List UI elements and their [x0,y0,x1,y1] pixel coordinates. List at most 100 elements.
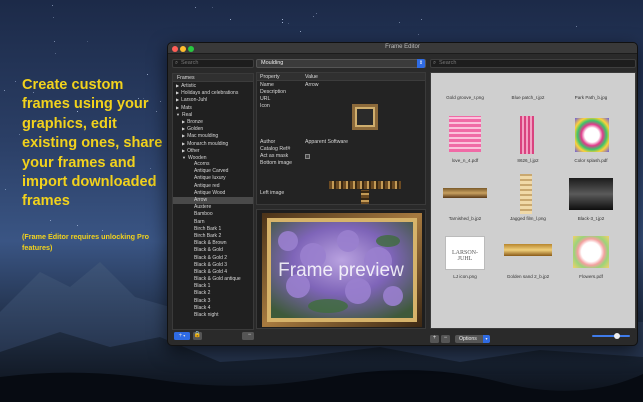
tree-row[interactable]: Black & Gold 2 [173,255,253,262]
left-image[interactable] [361,190,369,204]
disclosure-closed-icon[interactable]: ▶ [182,119,185,124]
tree-row[interactable]: ▼ Wooden [173,154,253,161]
frames-toolbar: + ▾ 🔒 − [174,332,256,342]
tree-row-label: Antique luxury [194,175,226,182]
tree-row[interactable]: ▶ Mats [173,104,253,111]
tree-row-label: Black & Brown [194,240,227,247]
star [55,52,57,54]
images-search-input[interactable]: ⌕ Search [430,59,636,68]
frames-header: Frames [173,74,253,82]
tree-row[interactable]: Acorns [173,161,253,168]
tree-row[interactable]: Black & Brown [173,240,253,247]
tree-row[interactable]: Antique Carved [173,168,253,175]
image-thumbnail[interactable] [573,236,609,268]
tree-row[interactable]: Barn [173,219,253,226]
tree-row[interactable]: ▶ Mac moulding [173,132,253,139]
tree-row[interactable]: Black 2 [173,290,253,297]
image-thumbnail-label: 8626_l.jp2 [517,158,539,163]
disclosure-closed-icon[interactable]: ▶ [176,97,179,102]
tree-row[interactable]: ▶ Bronze [173,118,253,125]
icon-image[interactable] [352,104,378,130]
chevron-down-icon: ▾ [182,333,186,338]
tree-row[interactable]: ▶ Larson-Juhl [173,96,253,103]
remove-property-button[interactable]: − [245,332,254,340]
tree-row-label: Other [187,147,200,154]
image-thumbnail[interactable] [443,188,487,198]
property-name: Left image [260,190,285,196]
star [53,17,55,19]
image-thumbnail[interactable] [449,116,481,152]
titlebar[interactable]: Frame Editor [168,43,637,54]
disclosure-closed-icon[interactable]: ▶ [176,90,179,95]
tree-row[interactable]: ▶ Golden [173,125,253,132]
image-thumbnail[interactable] [569,178,613,210]
image-thumbnail-label: Tarnished_b.jp2 [448,216,482,221]
tree-row[interactable]: Antique red [173,183,253,190]
image-thumbnail[interactable]: LARSON-JUHL [445,236,485,270]
image-thumbnail[interactable] [575,118,609,152]
search-icon: ⌕ [175,60,179,66]
frames-tree[interactable]: Frames ▶ Artistic ▶ Holidays and celebratio… [172,73,254,330]
tree-row[interactable]: Black & Gold 4 [173,269,253,276]
add-image-button[interactable]: + [430,335,439,343]
disclosure-closed-icon[interactable]: ▶ [182,133,185,138]
tree-row[interactable]: Antique luxury [173,175,253,182]
disclosure-open-icon[interactable]: ▼ [176,112,180,117]
star [4,89,6,91]
zoom-slider[interactable] [592,332,630,339]
tree-row[interactable]: Black 4 [173,305,253,312]
tree-row[interactable]: Black 3 [173,298,253,305]
image-thumbnail[interactable] [520,174,532,214]
tree-row[interactable]: Bamboo [173,211,253,218]
add-frame-button[interactable]: + ▾ [174,332,190,340]
frames-tree-rows: ▶ Artistic ▶ Holidays and celebrations ▶ Lars… [173,82,253,319]
properties-table[interactable]: Property Value Name Arrow Description URL Ic… [256,72,426,205]
zoom-slider-knob[interactable] [614,332,620,339]
tree-row[interactable]: Black night [173,312,253,319]
disclosure-closed-icon[interactable]: ▶ [182,148,185,153]
image-thumbnail[interactable] [504,244,552,256]
tree-row[interactable]: Birch Bark 1 [173,226,253,233]
bottom-image[interactable] [329,181,401,189]
tree-row[interactable]: Black & Gold 3 [173,262,253,269]
remove-image-button[interactable]: − [441,335,450,343]
tree-row-label: Black & Gold [194,247,223,254]
tree-row[interactable]: Arrow [173,197,253,205]
tree-row[interactable]: ▶ Holidays and celebrations [173,89,253,96]
tree-row[interactable]: Austere [173,204,253,211]
frames-search-input[interactable]: ⌕ Search [172,59,254,68]
disclosure-closed-icon[interactable]: ▶ [176,105,179,110]
tree-row-label: Larson-Juhl [181,97,208,104]
disclosure-closed-icon[interactable]: ▶ [182,141,185,146]
star [417,34,419,35]
image-thumbnail[interactable] [520,116,534,154]
frames-pane: ⌕ Search Frames ▶ Artistic ▶ Holidays and c… [172,59,254,342]
tree-row-label: Antique Wood [194,189,226,196]
promo-headline: Create custom frames using your graphics… [22,77,163,210]
tree-row[interactable]: ▶ Other [173,147,253,154]
tree-row[interactable]: Black 1 [173,283,253,290]
lock-icon[interactable]: 🔒 [193,332,202,340]
images-grid[interactable]: Gold groove_r.png Blue patch_r.jp2 Park Pa… [430,72,636,329]
tree-row[interactable]: ▶ Monarch moulding [173,140,253,147]
tree-row[interactable]: Black & Gold [173,247,253,254]
tree-row[interactable]: ▶ Artistic [173,82,253,89]
disclosure-closed-icon[interactable]: ▶ [176,83,179,88]
chevron-down-icon: ▾ [483,335,490,343]
disclosure-closed-icon[interactable]: ▶ [182,126,185,131]
property-name: Catalog Ref# [260,146,291,152]
star [282,22,284,24]
property-value[interactable]: Arrow [305,82,319,88]
frame-type-dropdown[interactable]: Moulding ⇕ [256,59,426,68]
tree-row[interactable]: ▼ Real [173,111,253,118]
disclosure-open-icon[interactable]: ▼ [182,155,186,160]
top-image[interactable] [329,204,399,205]
tree-row[interactable]: Antique Wood [173,190,253,197]
promo-note: (Frame Editor requires unlocking Pro fea… [22,232,150,252]
tree-row[interactable]: Black & Gold antique [173,276,253,283]
act-as-mask-checkbox[interactable] [305,154,310,159]
property-value[interactable]: Apparent Software [305,139,348,145]
options-button[interactable]: Options ▾ [455,335,490,343]
image-thumbnail-label: Color splash.pdf [574,158,608,163]
tree-row[interactable]: Birch Bark 2 [173,233,253,240]
